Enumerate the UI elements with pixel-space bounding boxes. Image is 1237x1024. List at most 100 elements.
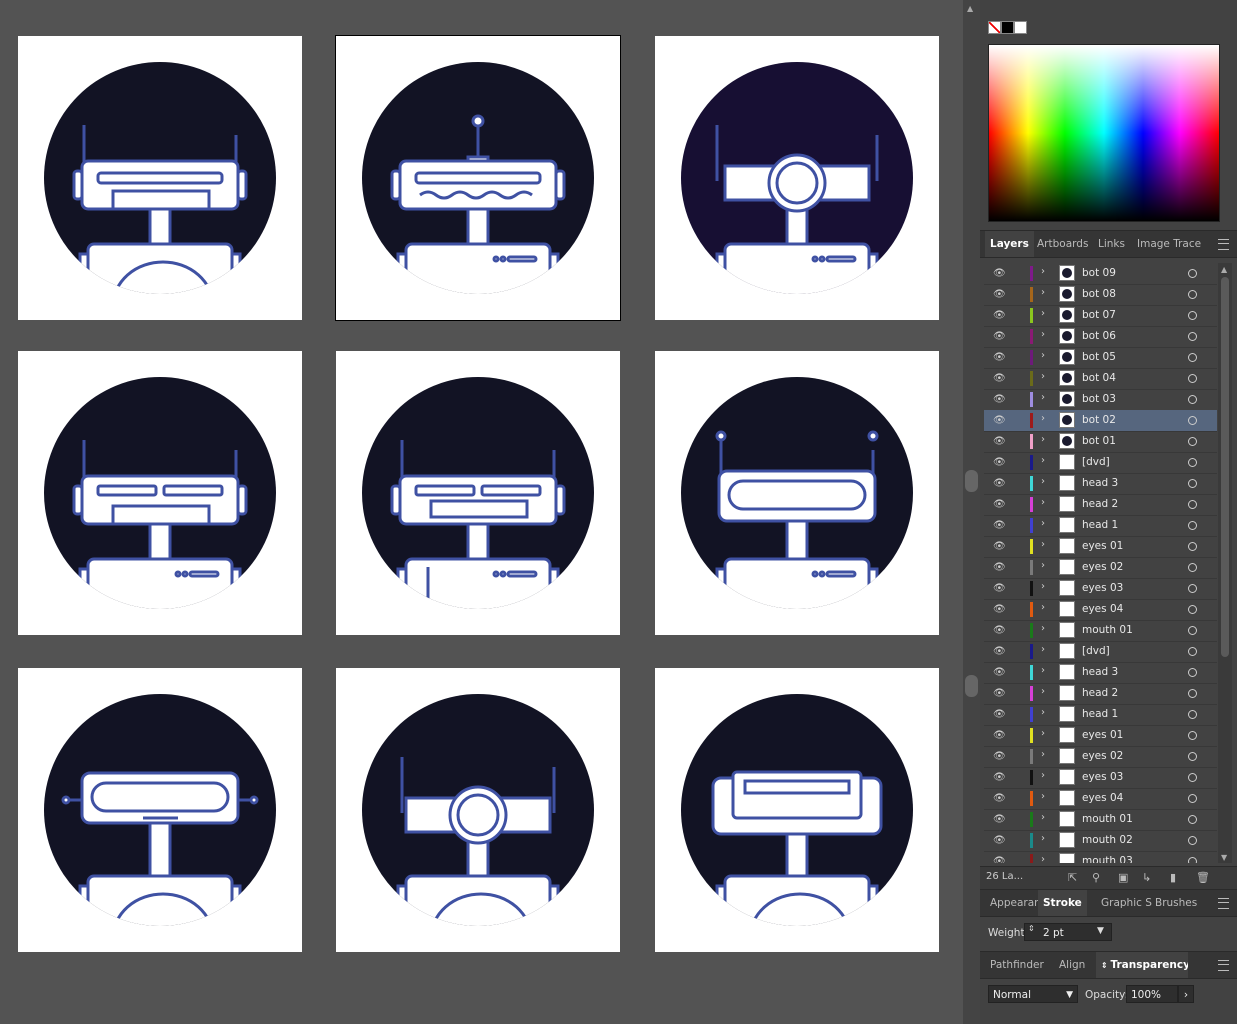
tab-layers[interactable]: Layers <box>985 231 1034 257</box>
layer-name[interactable]: eyes 01 <box>1082 540 1123 552</box>
target-circle-icon[interactable] <box>1188 395 1197 404</box>
artboard[interactable] <box>655 668 939 952</box>
target-circle-icon[interactable] <box>1188 752 1197 761</box>
tab-pathfinder[interactable]: Pathfinder <box>985 952 1049 978</box>
layer-name[interactable]: bot 08 <box>1082 288 1116 300</box>
layer-name[interactable]: bot 03 <box>1082 393 1116 405</box>
target-circle-icon[interactable] <box>1188 269 1197 278</box>
chevron-right-icon[interactable]: › <box>1041 350 1045 361</box>
scroll-thumb[interactable] <box>965 675 978 697</box>
layer-row[interactable]: 👁 › eyes 03 <box>984 767 1217 789</box>
chevron-right-icon[interactable]: › <box>1041 497 1045 508</box>
eye-icon[interactable]: 👁 <box>993 268 1006 279</box>
layer-name[interactable]: head 1 <box>1082 519 1118 531</box>
eye-icon[interactable]: 👁 <box>993 394 1006 405</box>
layer-row[interactable]: 👁 › bot 04 <box>984 368 1217 390</box>
layer-name[interactable]: eyes 03 <box>1082 582 1123 594</box>
tab-brushes[interactable]: Brushes <box>1150 890 1202 916</box>
eye-icon[interactable]: 👁 <box>993 751 1006 762</box>
layer-name[interactable]: eyes 02 <box>1082 561 1123 573</box>
chevron-right-icon[interactable]: › <box>1041 476 1045 487</box>
layer-name[interactable]: eyes 02 <box>1082 750 1123 762</box>
layer-row[interactable]: 👁 › mouth 03 <box>984 851 1217 863</box>
eye-icon[interactable]: 👁 <box>993 289 1006 300</box>
eye-icon[interactable]: 👁 <box>993 436 1006 447</box>
layer-name[interactable]: mouth 02 <box>1082 834 1133 846</box>
target-circle-icon[interactable] <box>1188 332 1197 341</box>
eye-icon[interactable]: 👁 <box>993 835 1006 846</box>
chevron-right-icon[interactable]: › <box>1041 854 1045 863</box>
layer-name[interactable]: bot 05 <box>1082 351 1116 363</box>
chevron-right-icon[interactable]: › <box>1041 329 1045 340</box>
panel-menu-icon[interactable] <box>1218 960 1229 971</box>
target-circle-icon[interactable] <box>1188 815 1197 824</box>
layer-name[interactable]: bot 06 <box>1082 330 1116 342</box>
target-circle-icon[interactable] <box>1188 353 1197 362</box>
target-circle-icon[interactable] <box>1188 857 1197 863</box>
eye-icon[interactable]: 👁 <box>993 310 1006 321</box>
tab-image-trace[interactable]: Image Trace <box>1132 231 1206 257</box>
tab-graphic-styles[interactable]: Graphic S <box>1096 890 1154 916</box>
chevron-right-icon[interactable]: › <box>1041 413 1045 424</box>
chevron-right-icon[interactable]: › <box>1041 308 1045 319</box>
chevron-right-icon[interactable]: › <box>1041 728 1045 739</box>
scroll-up-icon[interactable]: ▲ <box>967 4 973 13</box>
eye-icon[interactable]: 👁 <box>993 814 1006 825</box>
eye-icon[interactable]: 👁 <box>993 478 1006 489</box>
layer-row[interactable]: 👁 › eyes 01 <box>984 725 1217 747</box>
blend-mode-select[interactable]: Normal ▼ <box>988 985 1078 1003</box>
target-circle-icon[interactable] <box>1188 626 1197 635</box>
tab-transparency[interactable]: ⇕ Transparency <box>1096 952 1188 978</box>
layer-row[interactable]: 👁 › bot 03 <box>984 389 1217 411</box>
eye-icon[interactable]: 👁 <box>993 499 1006 510</box>
layer-row[interactable]: 👁 › head 2 <box>984 683 1217 705</box>
target-circle-icon[interactable] <box>1188 710 1197 719</box>
layer-row[interactable]: 👁 › bot 05 <box>984 347 1217 369</box>
chevron-right-icon[interactable]: › <box>1041 539 1045 550</box>
tab-stroke[interactable]: Stroke <box>1038 890 1087 916</box>
chevron-right-icon[interactable]: › <box>1041 287 1045 298</box>
target-circle-icon[interactable] <box>1188 479 1197 488</box>
chevron-right-icon[interactable]: › <box>1041 623 1045 634</box>
scroll-thumb[interactable] <box>965 470 978 492</box>
chevron-right-icon[interactable]: › <box>1041 266 1045 277</box>
opacity-field[interactable]: 100% <box>1126 985 1178 1003</box>
scroll-down-icon[interactable]: ▼ <box>1221 853 1227 862</box>
layer-row[interactable]: 👁 › bot 02 <box>984 410 1217 432</box>
target-circle-icon[interactable] <box>1188 521 1197 530</box>
eye-icon[interactable]: 👁 <box>993 646 1006 657</box>
target-circle-icon[interactable] <box>1188 584 1197 593</box>
eye-icon[interactable]: 👁 <box>993 625 1006 636</box>
chevron-right-icon[interactable]: › <box>1041 518 1045 529</box>
layer-row[interactable]: 👁 › bot 07 <box>984 305 1217 327</box>
artboard[interactable] <box>335 35 621 321</box>
artboard-canvas[interactable] <box>0 0 963 1024</box>
none-swatch[interactable] <box>988 21 1001 34</box>
eye-icon[interactable]: 👁 <box>993 793 1006 804</box>
artboard[interactable] <box>18 351 302 635</box>
layer-row[interactable]: 👁 › eyes 02 <box>984 746 1217 768</box>
target-circle-icon[interactable] <box>1188 437 1197 446</box>
target-circle-icon[interactable] <box>1188 689 1197 698</box>
chevron-right-icon[interactable]: › <box>1041 434 1045 445</box>
chevron-right-icon[interactable]: › <box>1041 455 1045 466</box>
target-circle-icon[interactable] <box>1188 563 1197 572</box>
layer-name[interactable]: head 2 <box>1082 498 1118 510</box>
layer-row[interactable]: 👁 › bot 09 <box>984 263 1217 285</box>
chevron-right-icon[interactable]: › <box>1041 749 1045 760</box>
layer-row[interactable]: 👁 › eyes 03 <box>984 578 1217 600</box>
layer-name[interactable]: mouth 03 <box>1082 855 1133 863</box>
target-circle-icon[interactable] <box>1188 668 1197 677</box>
chevron-right-icon[interactable]: › <box>1041 644 1045 655</box>
layer-name[interactable]: bot 09 <box>1082 267 1116 279</box>
black-swatch[interactable] <box>1001 21 1014 34</box>
layer-row[interactable]: 👁 › bot 06 <box>984 326 1217 348</box>
layer-name[interactable]: eyes 04 <box>1082 792 1123 804</box>
layer-name[interactable]: bot 07 <box>1082 309 1116 321</box>
layer-name[interactable]: head 3 <box>1082 477 1118 489</box>
white-swatch[interactable] <box>1014 21 1027 34</box>
chevron-right-icon[interactable]: › <box>1041 707 1045 718</box>
target-circle-icon[interactable] <box>1188 836 1197 845</box>
layer-name[interactable]: eyes 04 <box>1082 603 1123 615</box>
target-circle-icon[interactable] <box>1188 605 1197 614</box>
